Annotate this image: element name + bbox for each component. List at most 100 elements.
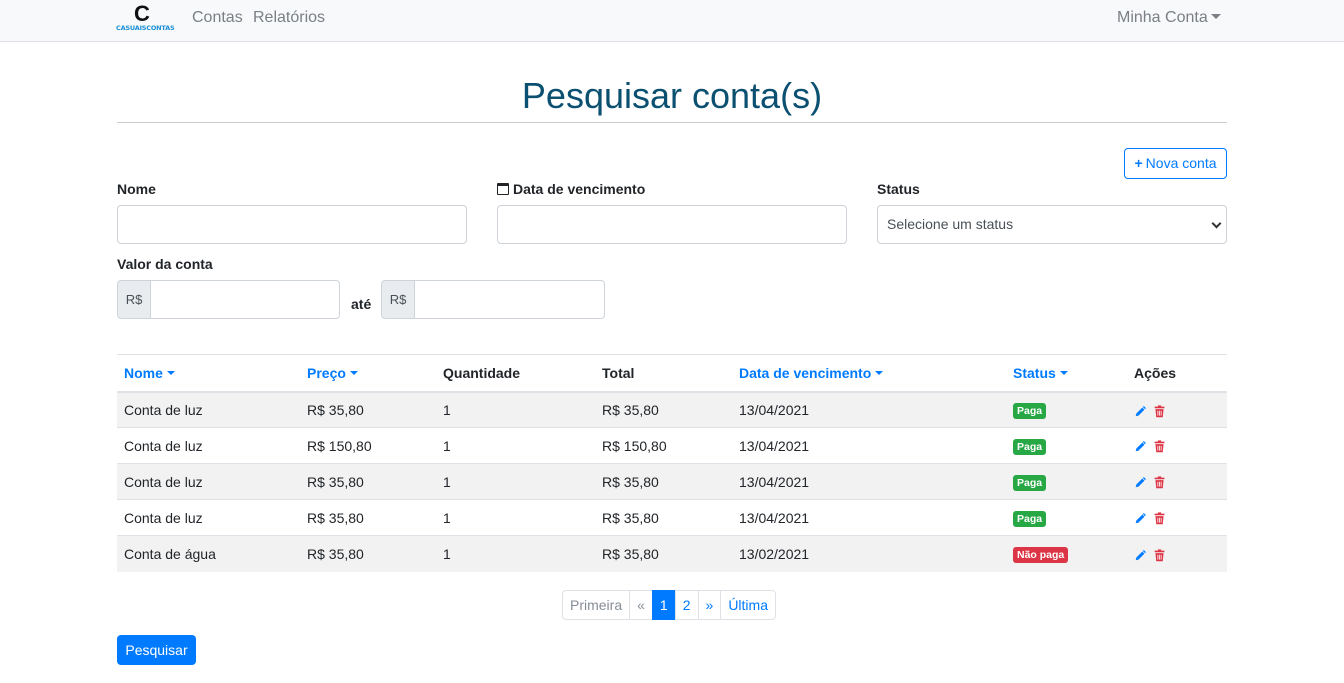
data-vencimento-label-text: Data de vencimento [513,181,646,197]
pencil-icon[interactable] [1134,440,1147,453]
header-status[interactable]: Status [1006,354,1127,393]
valor-min-group: R$ [117,280,340,319]
currency-addon: R$ [117,280,151,319]
page-1[interactable]: 1 [651,590,676,620]
cell-preco: R$ 35,80 [300,535,436,572]
trash-icon[interactable] [1153,440,1166,453]
status-select-value: Selecione um status [887,216,1014,232]
cell-quantidade: 1 [436,391,595,428]
cell-vencimento: 13/04/2021 [732,463,1006,500]
trash-icon[interactable] [1153,404,1166,418]
nome-input[interactable] [117,205,467,244]
trash-icon[interactable] [1153,512,1166,525]
cell-acoes [1127,391,1227,428]
range-separator: até [351,296,372,312]
account-dropdown[interactable]: Minha Conta [1117,9,1221,27]
cell-total: R$ 35,80 [595,499,732,536]
search-button[interactable]: Pesquisar [117,635,196,665]
header-preco[interactable]: Preço [300,354,436,393]
page-first[interactable]: Primeira [562,590,631,620]
page-2[interactable]: 2 [674,590,699,620]
cell-vencimento: 13/04/2021 [732,391,1006,428]
logo-glyph: C [134,1,150,26]
data-vencimento-input[interactable] [497,205,847,244]
status-badge: Não paga [1013,546,1069,563]
pagination: Primeira « 1 2 » Última [562,590,776,620]
cell-nome: Conta de luz [117,391,300,428]
header-status-label: Status [1013,364,1056,381]
cell-preco: R$ 35,80 [300,499,436,536]
valor-min-input[interactable] [150,280,340,319]
plus-icon: + [1134,155,1143,171]
currency-addon: R$ [381,280,415,319]
cell-status: Paga [1006,427,1127,464]
table-row: Conta de luz R$ 150,80 1 R$ 150,80 13/04/202… [117,427,1227,464]
header-acoes: Ações [1127,354,1227,393]
pencil-icon[interactable] [1134,405,1147,418]
cell-total: R$ 150,80 [595,427,732,464]
nome-label: Nome [117,181,156,197]
header-nome[interactable]: Nome [117,354,300,393]
page-title: Pesquisar conta(s) [521,75,823,116]
cell-acoes [1127,535,1227,572]
pencil-icon[interactable] [1134,549,1147,562]
table-row: Conta de luz R$ 35,80 1 R$ 35,80 13/04/2021 P… [117,391,1227,428]
cell-nome: Conta de luz [117,427,300,464]
table-row: Conta de água R$ 35,80 1 R$ 35,80 13/02/2021… [117,535,1227,572]
cell-vencimento: 13/04/2021 [732,427,1006,464]
cell-nome: Conta de luz [117,463,300,500]
cell-status: Paga [1006,463,1127,500]
valor-max-input[interactable] [414,280,605,319]
cell-preco: R$ 35,80 [300,463,436,500]
status-badge: Paga [1013,510,1047,527]
table-row: Conta de luz R$ 35,80 1 R$ 35,80 13/04/2021 P… [117,499,1227,536]
cell-nome: Conta de água [117,535,300,572]
cell-quantidade: 1 [436,499,595,536]
cell-status: Paga [1006,391,1127,428]
cell-preco: R$ 150,80 [300,427,436,464]
account-label: Minha Conta [1117,9,1208,26]
cell-total: R$ 35,80 [595,535,732,572]
table-header-row: Nome Preço Quantidade Total Data de venc… [117,354,1227,393]
brand-logo[interactable]: C CASUAISCONTAS [116,1,175,36]
status-badge: Paga [1013,402,1047,419]
valor-max-group: R$ [381,280,605,319]
new-account-label: Nova conta [1145,155,1217,171]
header-quantidade: Quantidade [436,354,595,393]
cell-acoes [1127,499,1227,536]
page-last[interactable]: Última [720,590,776,620]
trash-icon[interactable] [1153,476,1166,489]
page-prev[interactable]: « [629,590,653,620]
cell-quantidade: 1 [436,463,595,500]
header-nome-label: Nome [124,364,163,381]
table-row: Conta de luz R$ 35,80 1 R$ 35,80 13/04/2021 P… [117,463,1227,500]
header-total: Total [595,354,732,393]
page-next[interactable]: » [697,590,722,620]
pencil-icon[interactable] [1134,476,1147,489]
cell-vencimento: 13/02/2021 [732,535,1006,572]
sort-caret-icon [349,371,358,376]
nav-link-contas[interactable]: Contas [192,9,243,27]
header-preco-label: Preço [307,364,346,381]
caret-down-icon [1210,13,1221,19]
top-navbar: C CASUAISCONTAS Contas Relatórios Minha … [0,0,1344,42]
cell-status: Paga [1006,499,1127,536]
trash-icon[interactable] [1153,548,1166,562]
status-badge: Paga [1013,438,1047,455]
new-account-button[interactable]: + Nova conta [1124,148,1227,179]
status-select[interactable]: Selecione um status [877,205,1227,244]
status-label: Status [877,181,920,197]
cell-total: R$ 35,80 [595,391,732,428]
accounts-table: Nome Preço Quantidade Total Data de venc… [117,354,1227,572]
cell-quantidade: 1 [436,427,595,464]
logo-text: CASUAISCONTAS [116,24,175,32]
cell-acoes [1127,463,1227,500]
cell-acoes [1127,427,1227,464]
cell-quantidade: 1 [436,535,595,572]
nav-link-relatorios[interactable]: Relatórios [253,9,325,27]
header-vencimento[interactable]: Data de vencimento [732,354,1006,393]
pencil-icon[interactable] [1134,512,1147,525]
sort-caret-icon [875,371,884,376]
cell-status: Não paga [1006,535,1127,572]
sort-caret-icon [1059,371,1068,376]
